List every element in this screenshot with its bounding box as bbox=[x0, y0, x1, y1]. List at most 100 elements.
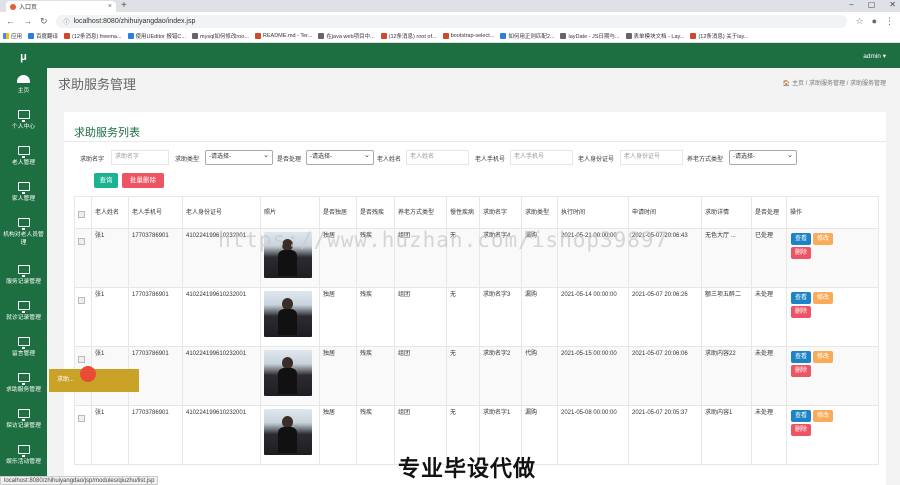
back-icon[interactable]: ← bbox=[6, 16, 15, 26]
processed-cell: 未处理 bbox=[751, 287, 787, 347]
idcard-input[interactable]: 老人身份证号 bbox=[620, 150, 683, 165]
bookmark-item[interactable]: (12条消息) freema... bbox=[64, 32, 122, 40]
photo-cell bbox=[260, 346, 320, 406]
help-type-select[interactable]: -请选择- bbox=[205, 149, 273, 165]
sidebar-item-help-service[interactable]: 求助服务管理 bbox=[0, 373, 47, 394]
promo-banner-text: 专业毕设代做 bbox=[398, 456, 537, 481]
header-select-all bbox=[74, 196, 92, 229]
bookmark-item[interactable]: 表单模块文档 - Lay... bbox=[625, 32, 684, 40]
bookmark-item[interactable]: 应用 bbox=[3, 32, 22, 40]
sidebar-item-home[interactable]: 主页 bbox=[0, 75, 47, 95]
minimize-icon[interactable]: – bbox=[849, 0, 853, 9]
monitor-icon bbox=[17, 110, 30, 122]
bookmark-item[interactable]: mysql如何修改roo... bbox=[191, 32, 249, 40]
help-name-input[interactable]: 求助名字 bbox=[111, 150, 169, 165]
disabled-cell: 残疾 bbox=[356, 346, 395, 406]
header-cell: 养老方式类型 bbox=[394, 196, 447, 229]
info-icon[interactable]: ⓘ bbox=[64, 17, 70, 26]
sidebar-item-message[interactable]: 留言管理 bbox=[0, 337, 47, 358]
bookmark-item[interactable]: 如何用正则匹配2... bbox=[500, 32, 554, 40]
edit-button[interactable]: 修改 bbox=[813, 351, 834, 363]
exec-time-cell: 2021-05-15 00:00:00 bbox=[557, 346, 629, 406]
page-title: 求助服务管理 bbox=[58, 77, 137, 92]
bookmark-favicon-icon bbox=[28, 33, 35, 39]
monitor-icon bbox=[17, 409, 30, 421]
select-all-checkbox[interactable] bbox=[78, 210, 85, 218]
browser-tab[interactable]: 入口页 × bbox=[6, 1, 116, 12]
help-type-cell: 代购 bbox=[521, 346, 558, 406]
photo-cell bbox=[260, 287, 320, 347]
row-checkbox[interactable] bbox=[78, 297, 85, 304]
bookmark-item[interactable]: (12条消息) 关于lay... bbox=[690, 32, 749, 40]
star-icon[interactable]: ☆ bbox=[855, 16, 863, 27]
cursor-highlight bbox=[80, 366, 96, 382]
delete-button[interactable]: 删除 bbox=[791, 365, 812, 377]
reload-icon[interactable]: ↻ bbox=[40, 16, 48, 27]
sidebar-item-activity[interactable]: 娱乐活动管理 bbox=[0, 445, 47, 466]
care-type-cell: 组团 bbox=[394, 346, 447, 406]
elder-name-input[interactable]: 老人姓名 bbox=[406, 150, 469, 165]
exec-time-cell: 2021-05-14 00:00:00 bbox=[557, 287, 629, 347]
bookmark-item[interactable]: (12条消息) root of... bbox=[380, 32, 437, 40]
bookmark-favicon-icon bbox=[191, 33, 198, 39]
forward-icon[interactable]: → bbox=[23, 16, 32, 26]
bookmark-item[interactable]: README.md - Ter... bbox=[254, 33, 312, 39]
row-checkbox[interactable] bbox=[78, 356, 85, 363]
edit-button[interactable]: 修改 bbox=[813, 410, 834, 422]
bookmark-item[interactable]: 使用UEditor 报错C... bbox=[127, 32, 186, 40]
bookmark-favicon-icon bbox=[500, 33, 507, 39]
processed-select[interactable]: -请选择- bbox=[306, 149, 374, 165]
address-bar-row: ← → ↻ ⓘ localhost:8080/zhihuiyangdao/ind… bbox=[0, 12, 900, 30]
sidebar-item-medical-record[interactable]: 就诊记录管理 bbox=[0, 301, 47, 322]
edit-button[interactable]: 修改 bbox=[813, 292, 834, 304]
row-select-cell bbox=[74, 287, 92, 347]
sidebar-item-elder[interactable]: 老人管理 bbox=[0, 146, 47, 167]
tab-close-icon[interactable]: × bbox=[108, 3, 112, 10]
edit-button[interactable]: 修改 bbox=[813, 233, 834, 245]
new-tab-icon[interactable]: + bbox=[121, 0, 127, 11]
detail-cell: 求助内容22 bbox=[701, 346, 752, 406]
bookmark-item[interactable]: bootstrap-select... bbox=[442, 33, 494, 39]
maximize-icon[interactable]: ▢ bbox=[868, 0, 876, 9]
sidebar-item-family[interactable]: 家人管理 bbox=[0, 182, 47, 203]
app-logo: μ bbox=[20, 51, 27, 63]
delete-button[interactable]: 删除 bbox=[791, 306, 812, 318]
search-button[interactable]: 查询 bbox=[94, 173, 118, 188]
delete-button[interactable]: 删除 bbox=[791, 424, 812, 436]
row-checkbox[interactable] bbox=[78, 415, 85, 422]
sidebar-item-visit-record[interactable]: 探访记录管理 bbox=[0, 409, 47, 430]
filter-label-phone: 老人手机号 bbox=[475, 157, 506, 163]
divider bbox=[64, 141, 886, 142]
user-menu[interactable]: admin ▾ bbox=[863, 52, 886, 60]
row-checkbox[interactable] bbox=[78, 238, 85, 245]
sidebar-item-service-record[interactable]: 服务记录管理 bbox=[0, 265, 47, 286]
phone-input[interactable]: 老人手机号 bbox=[510, 150, 573, 165]
sidebar-item-staff[interactable]: 机构对老人员管理 bbox=[0, 218, 47, 247]
header-cell: 是否残疾 bbox=[356, 196, 395, 229]
close-window-icon[interactable]: ✕ bbox=[889, 0, 896, 9]
bookmark-item[interactable]: 在java web项目中... bbox=[318, 32, 375, 40]
exec-time-cell: 2021-05-08 00:00:00 bbox=[557, 405, 629, 465]
actions-cell: 查看 修改 删除 bbox=[786, 287, 879, 347]
row-select-cell bbox=[74, 228, 92, 288]
elder-name-cell: 张1 bbox=[91, 228, 129, 288]
batch-delete-button[interactable]: 批量删除 bbox=[122, 173, 164, 188]
menu-dots-icon[interactable]: ⋮ bbox=[885, 16, 894, 27]
elder-photo bbox=[264, 409, 312, 455]
view-button[interactable]: 查看 bbox=[791, 292, 812, 304]
sidebar-item-personal-center[interactable]: 个人中心 bbox=[0, 110, 47, 131]
header-cell: 申请时间 bbox=[628, 196, 702, 229]
header-cell: 是否独居 bbox=[319, 196, 357, 229]
profile-icon[interactable]: ● bbox=[872, 16, 877, 26]
header-cell: 老人身份证号 bbox=[182, 196, 261, 229]
delete-button[interactable]: 删除 bbox=[791, 247, 812, 259]
view-button[interactable]: 查看 bbox=[791, 351, 812, 363]
bookmark-item[interactable]: layDate - JS日期与... bbox=[560, 32, 620, 40]
url-field[interactable]: ⓘ localhost:8080/zhihuiyangdao/index.jsp bbox=[55, 14, 848, 28]
care-type-select[interactable]: -请选择- bbox=[729, 149, 797, 165]
view-button[interactable]: 查看 bbox=[791, 410, 812, 422]
bookmark-item[interactable]: 百度翻译 bbox=[28, 32, 58, 40]
view-button[interactable]: 查看 bbox=[791, 233, 812, 245]
bookmark-favicon-icon bbox=[64, 33, 71, 39]
header-cell: 求助类型 bbox=[521, 196, 558, 229]
